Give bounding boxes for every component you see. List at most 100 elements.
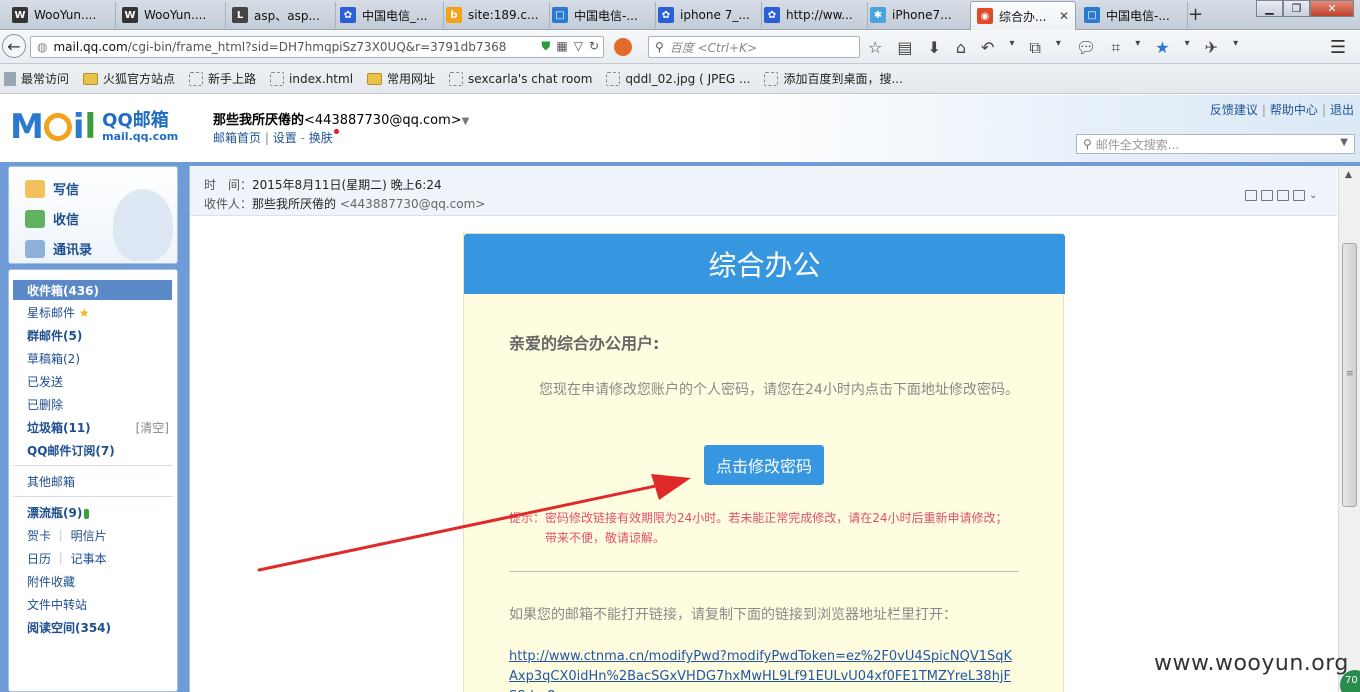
clear-spam-link[interactable]: [清空] xyxy=(136,419,169,436)
back-arrow-icon[interactable]: ← xyxy=(2,34,26,58)
notes-link[interactable]: 记事本 xyxy=(71,552,107,566)
sidebar-item-group[interactable]: 群邮件(5) xyxy=(27,327,82,344)
vertical-scrollbar[interactable]: ▲ ≡ xyxy=(1338,166,1360,692)
basketball-extension-icon[interactable] xyxy=(614,38,632,56)
reading-list-icon[interactable]: ▤ xyxy=(897,38,912,58)
browser-tab[interactable]: b site:189.c... xyxy=(440,2,550,28)
logo-i-glyph: i xyxy=(72,107,85,147)
sidebar-item-reading-space[interactable]: 阅读空间(354) xyxy=(27,619,111,636)
logout-link[interactable]: 退出 xyxy=(1330,103,1354,117)
chevron-down-icon[interactable]: ⌄ xyxy=(1309,190,1321,201)
address-bar[interactable]: ◍ mail.qq.com/cgi-bin/frame_html?sid=DH7… xyxy=(30,36,604,58)
browser-tab[interactable]: □ 中国电信-... xyxy=(546,2,656,28)
modify-password-button[interactable]: 点击修改密码 xyxy=(704,445,824,485)
dropdown-icon[interactable]: ▾ xyxy=(1009,38,1014,58)
chevron-down-icon[interactable]: ▼ xyxy=(462,116,470,127)
bookmark-item[interactable]: sexcarla's chat room xyxy=(449,71,592,86)
sidebar-item-starred[interactable]: 星标邮件 ★ xyxy=(27,304,90,321)
browser-tab-active[interactable]: ◉ 综合办... ✕ xyxy=(970,1,1076,30)
bug-icon[interactable]: ✈ xyxy=(1205,38,1218,58)
chevron-down-icon[interactable]: ▼ xyxy=(1340,137,1348,148)
undo-icon[interactable]: ↶ xyxy=(981,38,994,58)
page-icon xyxy=(606,71,621,86)
page-favicon-icon: L xyxy=(232,7,248,23)
maximize-icon[interactable]: ❐ xyxy=(1283,0,1310,17)
greeting-card-link[interactable]: 贺卡 xyxy=(27,529,51,543)
compose-button[interactable]: 写信 xyxy=(25,179,79,198)
calendar-link[interactable]: 日历 xyxy=(27,552,51,566)
account-info[interactable]: 那些我所厌倦的<443887730@qq.com>▼ xyxy=(213,109,469,128)
sidebar-item-attachments[interactable]: 附件收藏 xyxy=(27,573,75,590)
recipient-name[interactable]: 那些我所厌倦的 xyxy=(252,197,336,211)
qr-code-icon[interactable]: ▦ xyxy=(556,39,567,54)
bookmark-item[interactable]: 火狐官方站点 xyxy=(83,70,175,87)
new-window-icon[interactable] xyxy=(1245,190,1257,201)
bookmark-item[interactable]: qddl_02.jpg ( JPEG ... xyxy=(606,71,750,86)
dropdown-icon[interactable]: ▾ xyxy=(1056,38,1061,58)
logo-o-glyph xyxy=(43,113,72,141)
sidebar-item-bottle[interactable]: 漂流瓶(9) xyxy=(27,504,90,521)
browser-tab[interactable]: ✿ http://ww... xyxy=(758,2,868,28)
bookmark-star-icon[interactable]: ☆ xyxy=(868,38,882,58)
screenshot-icon[interactable]: ⧉ xyxy=(1029,38,1040,58)
browser-search-input[interactable]: ⚲ 百度 <Ctrl+K> xyxy=(648,36,860,58)
contacts-button[interactable]: 通讯录 xyxy=(25,239,92,258)
help-link[interactable]: 帮助中心 xyxy=(1270,103,1318,117)
print-icon[interactable] xyxy=(1293,190,1305,201)
crop-icon[interactable]: ⌗ xyxy=(1111,38,1120,58)
bookmark-item[interactable]: 常用网址 xyxy=(367,70,435,87)
sidebar-item-sent[interactable]: 已发送 xyxy=(27,373,63,390)
postcard-link[interactable]: 明信片 xyxy=(71,529,107,543)
chat-bubble-icon[interactable]: 💬︎ xyxy=(1076,38,1096,58)
dropdown-icon[interactable]: ▾ xyxy=(1135,38,1140,58)
save-icon[interactable] xyxy=(1277,190,1289,201)
close-tab-icon[interactable]: ✕ xyxy=(1059,9,1069,23)
bookmark-item[interactable]: 新手上路 xyxy=(189,70,256,87)
download-icon[interactable]: ⬇ xyxy=(927,38,940,58)
browser-tab[interactable]: ✿ iphone 7_... xyxy=(652,2,762,28)
sidebar-item-other-mailbox[interactable]: 其他邮箱 xyxy=(27,473,75,490)
browser-tab[interactable]: ✿ 中国电信_... xyxy=(334,2,444,28)
scrollbar-thumb[interactable]: ≡ xyxy=(1342,243,1357,507)
penguin-decoration-icon xyxy=(113,189,173,261)
mail-search-input[interactable]: ⚲ 邮件全文搜索... ▼ xyxy=(1076,134,1355,154)
dropdown-icon[interactable]: ▾ xyxy=(1185,38,1190,58)
sidebar-item-subscription[interactable]: QQ邮件订阅(7) xyxy=(27,442,115,459)
sidebar-item-spam[interactable]: 垃圾箱(11) xyxy=(27,419,91,436)
window-close-icon[interactable]: ✕ xyxy=(1310,0,1354,17)
document-icon[interactable] xyxy=(1261,190,1273,201)
sidebar-item-file-transfer[interactable]: 文件中转站 xyxy=(27,596,87,613)
star-badge-icon[interactable]: ★ xyxy=(1155,38,1169,58)
hamburger-menu-icon[interactable]: ☰ xyxy=(1330,37,1346,58)
dropdown-icon[interactable]: ▾ xyxy=(1233,38,1238,58)
reset-password-link[interactable]: http://www.ctnma.cn/modifyPwd?modifyPwdT… xyxy=(509,647,1019,692)
pinwheel-icon: ✱ xyxy=(870,7,886,23)
browser-tab[interactable]: ✱ iPhone7... xyxy=(864,2,974,28)
folder-list: 收件箱(436) 星标邮件 ★ 群邮件(5) 草稿箱(2) 已发送 已删除 垃圾… xyxy=(8,269,178,692)
browser-tab[interactable]: W WooYun.... xyxy=(116,2,226,28)
qqmail-logo[interactable]: Mil QQ邮箱 mail.qq.com xyxy=(10,107,178,147)
bookmark-item[interactable]: 添加百度到桌面，搜... xyxy=(764,70,903,87)
sidebar-item-inbox[interactable]: 收件箱(436) xyxy=(13,280,172,300)
change-skin-link[interactable]: 换肤 xyxy=(309,131,333,145)
shield-check-icon[interactable]: ⛊ xyxy=(541,39,550,54)
minimize-icon[interactable]: ▁ xyxy=(1256,0,1283,17)
bookmark-item[interactable]: 最常访问 xyxy=(4,70,69,87)
sidebar-item-drafts[interactable]: 草稿箱(2) xyxy=(27,350,80,367)
home-icon[interactable]: ⌂ xyxy=(956,38,966,58)
email-paragraph: 您现在申请修改您账户的个人密码，请您在24小时内点击下面地址修改密码。 xyxy=(539,382,1019,398)
browser-tab[interactable]: Lasp、asp... xyxy=(226,2,336,28)
browser-tab[interactable]: W WooYun.... xyxy=(6,2,116,28)
bookmark-item[interactable]: index.html xyxy=(270,71,353,86)
dropdown-arrow-icon[interactable]: ▽ xyxy=(574,39,583,54)
settings-link[interactable]: 设置 xyxy=(273,131,297,145)
reload-icon[interactable]: ↻ xyxy=(589,39,599,54)
mailbox-home-link[interactable]: 邮箱首页 xyxy=(213,131,261,145)
sidebar-item-deleted[interactable]: 已删除 xyxy=(27,396,63,413)
feedback-link[interactable]: 反馈建议 xyxy=(1210,103,1258,117)
browser-tab[interactable]: □ 中国电信-... xyxy=(1078,2,1188,28)
new-tab-plus-icon[interactable]: + xyxy=(1188,4,1203,25)
scroll-up-arrow-icon[interactable]: ▲ xyxy=(1345,170,1352,180)
page-favicon-icon: □ xyxy=(1084,7,1100,23)
receive-button[interactable]: 收信 xyxy=(25,209,79,228)
